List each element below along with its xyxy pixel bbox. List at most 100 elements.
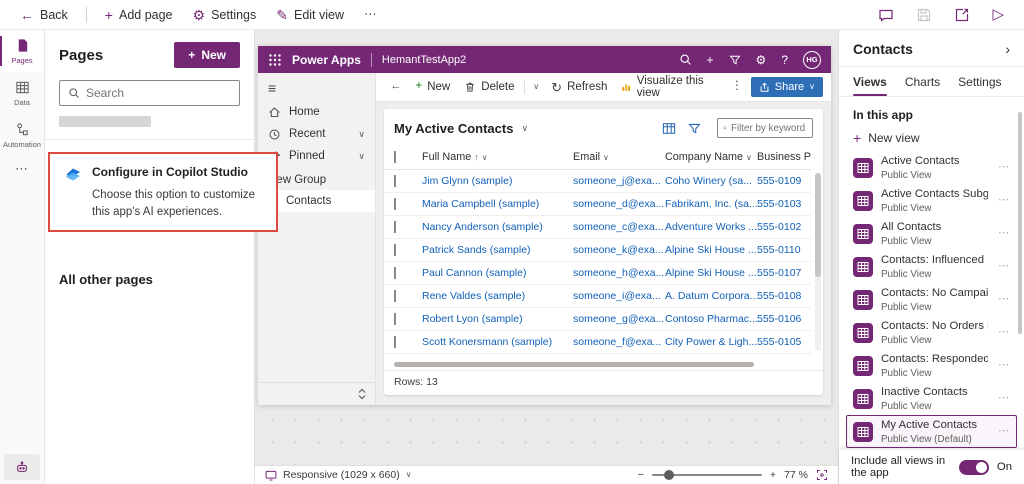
toolbar-more-button[interactable]: ⋯: [356, 4, 385, 25]
row-checkbox[interactable]: [394, 313, 396, 325]
table-row[interactable]: Nancy Anderson (sample) someone_c@exa...…: [384, 216, 811, 239]
rail-item-data[interactable]: Data: [0, 72, 44, 114]
settings-button[interactable]: ⚙ Settings: [185, 4, 265, 26]
table-row[interactable]: Scott Konersmann (sample) someone_f@exa.…: [384, 331, 811, 354]
row-checkbox[interactable]: [394, 244, 396, 256]
row-checkbox[interactable]: [394, 336, 396, 348]
waffle-icon[interactable]: [268, 53, 282, 67]
keyword-filter-box[interactable]: [717, 118, 813, 138]
sitemap-toggle-icon[interactable]: ≡: [258, 73, 375, 101]
panel-tab[interactable]: Charts: [905, 75, 940, 96]
include-all-views-toggle[interactable]: [959, 460, 989, 475]
cell-full-name[interactable]: Maria Campbell (sample): [422, 198, 573, 210]
cell-full-name[interactable]: Patrick Sands (sample): [422, 244, 573, 256]
column-header[interactable]: Company Name∨: [665, 151, 757, 163]
view-more-button[interactable]: ⋯: [996, 294, 1010, 305]
column-header[interactable]: Full Name↑∨: [422, 151, 573, 163]
zoom-slider[interactable]: [652, 474, 762, 476]
view-more-button[interactable]: ⋯: [996, 261, 1010, 272]
view-list-item[interactable]: Contacts: No Orders i... Public View ⋯: [846, 316, 1017, 349]
view-more-button[interactable]: ⋯: [996, 162, 1010, 173]
cmd-overflow-button[interactable]: ⋮: [725, 78, 749, 96]
cell-full-name[interactable]: Robert Lyon (sample): [422, 313, 573, 325]
view-list-item[interactable]: My Active Contacts Public View (Default)…: [846, 415, 1017, 448]
cell-email[interactable]: someone_j@exa...: [573, 175, 665, 187]
view-list-item[interactable]: Contacts: Influenced D... Public View ⋯: [846, 250, 1017, 283]
pages-search-input[interactable]: [86, 86, 206, 100]
cmd-visualize-button[interactable]: Visualize this view: [615, 72, 723, 102]
cell-phone[interactable]: 555-0106: [757, 313, 811, 325]
table-row[interactable]: Paul Cannon (sample) someone_h@exa... Al…: [384, 262, 811, 285]
nav-item-recent[interactable]: Recent ∨: [258, 123, 375, 145]
comments-icon[interactable]: [878, 7, 894, 23]
cell-company[interactable]: Coho Winery (sa...: [665, 175, 757, 187]
cell-company[interactable]: City Power & Ligh...: [665, 336, 757, 348]
cell-full-name[interactable]: Paul Cannon (sample): [422, 267, 573, 279]
cell-email[interactable]: someone_k@exa...: [573, 244, 665, 256]
cell-company[interactable]: Adventure Works ...: [665, 221, 757, 233]
user-avatar[interactable]: HG: [803, 51, 821, 69]
view-list-item[interactable]: Contacts: Responded t... Public View ⋯: [846, 349, 1017, 382]
view-list-item[interactable]: Inactive Contacts Public View ⋯: [846, 382, 1017, 415]
cell-email[interactable]: someone_i@exa...: [573, 290, 665, 302]
canvas-size-chevron[interactable]: ∨: [406, 471, 412, 479]
save-icon[interactable]: [916, 7, 932, 23]
rail-item-pages[interactable]: Pages: [0, 30, 44, 72]
cell-phone[interactable]: 555-0102: [757, 221, 811, 233]
add-page-button[interactable]: + Add page: [97, 4, 181, 26]
edit-view-button[interactable]: ✎ Edit view: [268, 4, 352, 26]
agent-button[interactable]: [4, 454, 40, 480]
zoom-out-button[interactable]: −: [638, 470, 644, 481]
search-icon[interactable]: [679, 53, 692, 66]
view-list-item[interactable]: Active Contacts Public View ⋯: [846, 151, 1017, 184]
cell-phone[interactable]: 555-0107: [757, 267, 811, 279]
edit-columns-icon[interactable]: [662, 122, 676, 135]
grid-back-button[interactable]: ←: [384, 78, 408, 96]
cell-phone[interactable]: 555-0109: [757, 175, 811, 187]
new-view-button[interactable]: + New view: [839, 124, 1024, 151]
view-more-button[interactable]: ⋯: [996, 360, 1010, 371]
grid-vertical-scrollbar[interactable]: [815, 173, 821, 351]
cell-company[interactable]: Contoso Pharmac...: [665, 313, 757, 325]
zoom-slider-knob[interactable]: [664, 470, 674, 480]
view-more-button[interactable]: ⋯: [996, 426, 1010, 437]
row-checkbox[interactable]: [394, 221, 396, 233]
quick-create-icon[interactable]: +: [707, 54, 714, 66]
copilot-studio-callout[interactable]: Configure in Copilot Studio Choose this …: [48, 152, 278, 232]
collapse-panel-icon[interactable]: ›: [1005, 42, 1010, 56]
keyword-filter-input[interactable]: [731, 123, 807, 134]
delete-split-chevron[interactable]: ∨: [529, 80, 543, 94]
cmd-delete-button[interactable]: Delete: [458, 78, 520, 96]
view-selector-chevron[interactable]: ∨: [521, 124, 528, 133]
expand-collapse-icon[interactable]: [357, 388, 367, 400]
cell-company[interactable]: Fabrikam, Inc. (sa...: [665, 198, 757, 210]
pages-search-box[interactable]: [59, 80, 240, 106]
cell-company[interactable]: A. Datum Corpora...: [665, 290, 757, 302]
rail-more-button[interactable]: ⋯: [0, 156, 44, 181]
page-item-redacted[interactable]: [59, 116, 151, 127]
rail-item-automation[interactable]: Automation: [0, 114, 44, 156]
app-brand[interactable]: Power Apps: [292, 53, 361, 67]
table-row[interactable]: Jim Glynn (sample) someone_j@exa... Coho…: [384, 170, 811, 193]
view-more-button[interactable]: ⋯: [996, 228, 1010, 239]
column-header[interactable]: Business Ph...∨: [757, 151, 811, 163]
back-button[interactable]: ← Back: [12, 4, 76, 26]
cell-company[interactable]: Alpine Ski House ...: [665, 244, 757, 256]
row-checkbox[interactable]: [394, 290, 396, 302]
nav-item-home[interactable]: Home: [258, 101, 375, 123]
fit-to-screen-icon[interactable]: [816, 469, 828, 481]
panel-tab[interactable]: Views: [853, 75, 887, 96]
row-checkbox[interactable]: [394, 198, 396, 210]
select-all-checkbox[interactable]: [394, 151, 396, 163]
cell-phone[interactable]: 555-0108: [757, 290, 811, 302]
cell-email[interactable]: someone_d@exa...: [573, 198, 665, 210]
panel-scrollbar[interactable]: [1018, 112, 1022, 334]
cell-email[interactable]: someone_h@exa...: [573, 267, 665, 279]
row-checkbox[interactable]: [394, 175, 396, 187]
play-icon[interactable]: ▷: [992, 7, 1004, 22]
cmd-refresh-button[interactable]: ↻ Refresh: [545, 78, 613, 97]
view-selector[interactable]: My Active Contacts: [394, 121, 513, 136]
share-button[interactable]: Share ∨: [751, 77, 823, 97]
panel-tab[interactable]: Settings: [958, 75, 1001, 96]
cell-full-name[interactable]: Rene Valdes (sample): [422, 290, 573, 302]
